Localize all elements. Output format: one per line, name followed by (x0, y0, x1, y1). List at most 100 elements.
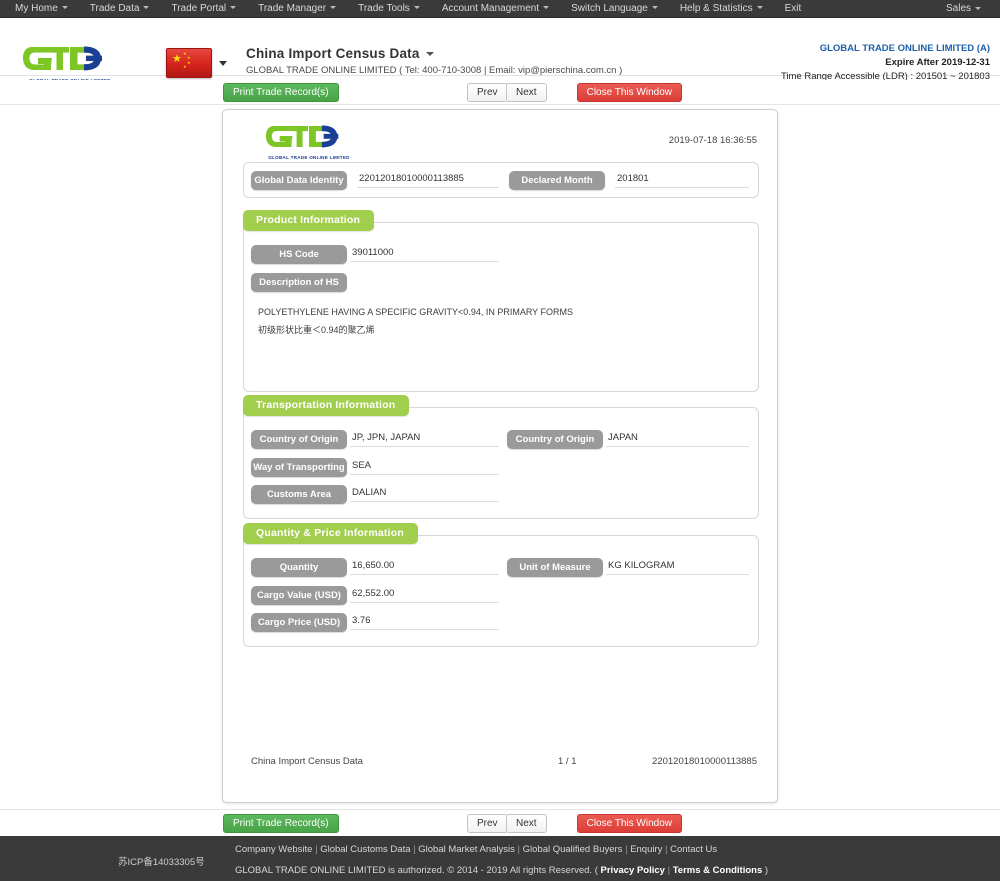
footer-separator: | (514, 844, 523, 855)
country-selector[interactable]: ★ ★ ★ ★ ★ (166, 48, 227, 78)
footer-link-privacy-policy[interactable]: Privacy Policy (601, 865, 665, 876)
chevron-down-icon[interactable] (425, 52, 434, 57)
description-of-hs-label: Description of HS (251, 273, 347, 292)
nav-item-exit[interactable]: Exit (774, 0, 813, 18)
china-flag-icon: ★ ★ ★ ★ ★ (166, 48, 212, 78)
quantity-label: Quantity (251, 558, 347, 577)
customs-area-label: Customs Area (251, 485, 347, 504)
declared-month-value: 201801 (615, 171, 749, 188)
account-expire: Expire After 2019-12-31 (885, 57, 990, 68)
card-logo-tagline: GLOBAL TRADE ONLINE LIMITED (268, 155, 350, 160)
footer-link-terms-conditions[interactable]: Terms & Conditions (673, 865, 763, 876)
nav-item-account-management[interactable]: Account Management (431, 0, 560, 18)
gto-logo-mark: GLOBAL TRADE ONLINE LIMITED (22, 45, 118, 83)
account-info-block: GLOBAL TRADE ONLINE LIMITED (A) Expire A… (781, 43, 990, 82)
footer-separator: | (662, 844, 671, 855)
chevron-down-icon (330, 6, 337, 10)
nav-item-label: My Home (15, 2, 58, 14)
footer-link-global-market-analysis[interactable]: Global Market Analysis (418, 844, 515, 855)
nav-item-label: Trade Tools (358, 2, 410, 14)
nav-item-label: Trade Manager (258, 2, 327, 14)
footer-link-enquiry[interactable]: Enquiry (630, 844, 662, 855)
footer-link-contact-us[interactable]: Contact Us (670, 844, 717, 855)
identity-panel: Global Data Identity 2201201801000011388… (243, 162, 759, 198)
gto-logo-svg (265, 125, 339, 148)
cargo-value-value: 62,552.00 (350, 586, 499, 603)
toolbar-top: Print Trade Record(s) Prev Next Close Th… (0, 80, 1000, 105)
copyright-close-paren: ) (764, 865, 769, 876)
close-window-button[interactable]: Close This Window (576, 83, 682, 102)
way-of-transporting-label: Way of Transporting (251, 458, 347, 477)
print-trade-records-button-bottom[interactable]: Print Trade Record(s) (223, 814, 339, 833)
page-title: China Import Census Data (246, 46, 622, 61)
flag-star-small: ★ (187, 60, 191, 65)
chevron-down-icon[interactable] (219, 60, 227, 66)
prev-button[interactable]: Prev (467, 83, 508, 102)
page-footer: 苏ICP备14033305号 Company Website | Global … (0, 836, 1000, 881)
footer-link-company-website[interactable]: Company Website (235, 844, 312, 855)
hs-code-value: 39011000 (350, 245, 499, 262)
top-navigation-bar: My Home Trade Data Trade Portal Trade Ma… (0, 0, 1000, 18)
chevron-down-icon (413, 6, 420, 10)
footer-link-global-customs-data[interactable]: Global Customs Data (320, 844, 410, 855)
nav-item-label: Trade Portal (171, 2, 227, 14)
chevron-down-icon (651, 6, 658, 10)
print-trade-records-button[interactable]: Print Trade Record(s) (223, 83, 339, 102)
transportation-information-title: Transportation Information (243, 395, 410, 416)
footer-separator: | (664, 865, 673, 876)
brand-logo[interactable]: GLOBAL TRADE ONLINE LIMITED (22, 45, 118, 83)
declared-month-label: Declared Month (509, 171, 605, 190)
card-footer-source: China Import Census Data (251, 756, 363, 767)
icp-license: 苏ICP备14033305号 (118, 857, 205, 868)
quantity-value: 16,650.00 (350, 558, 499, 575)
flag-star-small: ★ (183, 64, 187, 69)
nav-item-label: Help & Statistics (679, 2, 753, 14)
nav-item-label: Switch Language (571, 2, 648, 14)
product-information-panel: Product Information HS Code 39011000 Des… (243, 210, 759, 392)
global-data-identity-value: 22012018010000113885 (357, 171, 499, 188)
nav-item-trade-tools[interactable]: Trade Tools (347, 0, 431, 18)
close-window-button-bottom[interactable]: Close This Window (576, 814, 682, 833)
chevron-down-icon (756, 6, 763, 10)
global-data-identity-label: Global Data Identity (251, 171, 347, 190)
country-of-origin-code-label: Country of Origin (251, 430, 347, 449)
cargo-price-value: 3.76 (350, 613, 499, 630)
product-information-title: Product Information (243, 210, 375, 231)
page-title-block: China Import Census Data GLOBAL TRADE ON… (246, 46, 622, 76)
nav-item-label: Exit (784, 2, 802, 14)
cargo-value-label: Cargo Value (USD) (251, 586, 347, 605)
nav-item-help-statistics[interactable]: Help & Statistics (669, 0, 774, 18)
copyright-text: GLOBAL TRADE ONLINE LIMITED is authorize… (235, 865, 598, 876)
hs-code-label: HS Code (251, 245, 347, 264)
chevron-down-icon (61, 6, 68, 10)
footer-link-global-qualified-buyers[interactable]: Global Qualified Buyers (523, 844, 623, 855)
customs-area-value: DALIAN (350, 485, 499, 502)
nav-item-trade-manager[interactable]: Trade Manager (247, 0, 347, 18)
quantity-price-information-panel: Quantity & Price Information Quantity 16… (243, 523, 759, 647)
nav-item-sales[interactable]: Sales (935, 0, 992, 18)
chevron-down-icon (975, 6, 981, 10)
next-button[interactable]: Next (506, 83, 547, 102)
description-english: POLYETHYLENE HAVING A SPECIFIC GRAVITY<0… (258, 307, 574, 317)
country-of-origin-name-value: JAPAN (606, 430, 749, 447)
gto-logo-svg (23, 46, 102, 71)
transportation-information-panel: Transportation Information Country of Or… (243, 395, 759, 519)
prev-button-bottom[interactable]: Prev (467, 814, 508, 833)
account-name: GLOBAL TRADE ONLINE LIMITED (A) (819, 43, 990, 54)
nav-item-trade-portal[interactable]: Trade Portal (160, 0, 247, 18)
nav-item-switch-language[interactable]: Switch Language (560, 0, 669, 18)
page-title-text: China Import Census Data (246, 46, 420, 61)
chevron-down-icon (543, 6, 550, 10)
next-button-bottom[interactable]: Next (506, 814, 547, 833)
country-of-origin-name-label: Country of Origin (507, 430, 603, 449)
trade-record-card: GLOBAL TRADE ONLINE LIMITED 2019-07-18 1… (222, 109, 778, 803)
chevron-down-icon (143, 6, 150, 10)
nav-item-trade-data[interactable]: Trade Data (79, 0, 161, 18)
record-timestamp: 2019-07-18 16:36:55 (668, 135, 757, 146)
record-stage: GLOBAL TRADE ONLINE LIMITED 2019-07-18 1… (0, 105, 1000, 809)
country-of-origin-code-value: JP, JPN, JAPAN (350, 430, 499, 447)
toolbar-bottom: Print Trade Record(s) Prev Next Close Th… (0, 809, 1000, 836)
way-of-transporting-value: SEA (350, 458, 499, 475)
nav-item-my-home[interactable]: My Home (4, 0, 79, 18)
footer-copyright: GLOBAL TRADE ONLINE LIMITED is authorize… (235, 865, 768, 876)
